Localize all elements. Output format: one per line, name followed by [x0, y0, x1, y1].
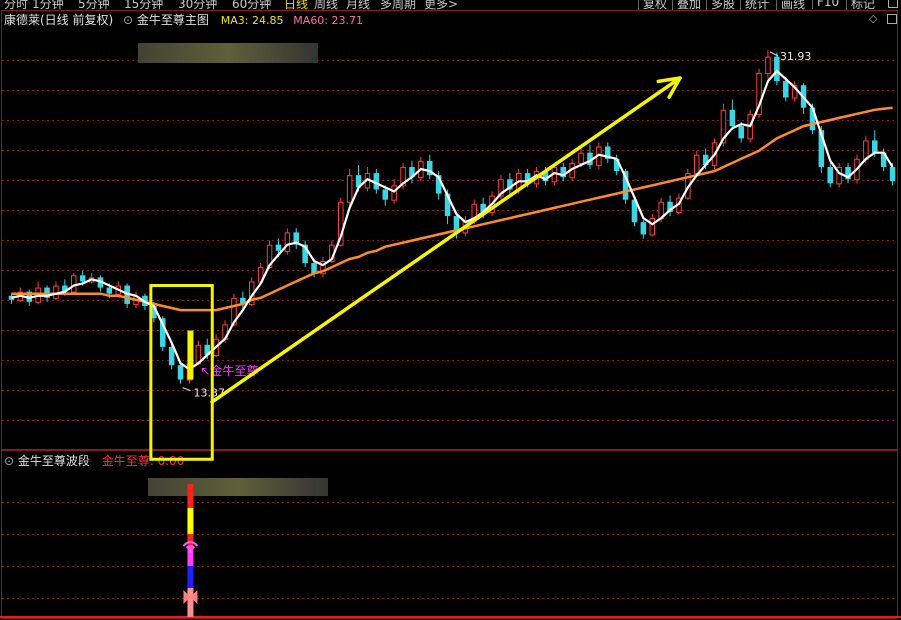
- candle-body: [649, 218, 656, 236]
- candle-body: [382, 189, 389, 200]
- candle-body: [275, 244, 282, 251]
- wifi-signal-dot: [188, 549, 193, 553]
- stock-chart-window: 分时 1分钟 5分钟 15分钟 30分钟 60分钟 日线 周线 月线 多周期 更…: [0, 0, 901, 620]
- candle-body: [738, 126, 745, 139]
- orange-ma-line: [11, 106, 893, 312]
- main-pane-border: [1, 10, 898, 450]
- ma-lines: [11, 69, 894, 371]
- pixelated-watermark: [148, 478, 328, 496]
- candle-body: [346, 175, 353, 203]
- grid: [0, 10, 901, 619]
- candle-body: [70, 275, 77, 293]
- signal-bar: [187, 330, 194, 380]
- candle-body: [729, 109, 736, 127]
- candle-body: [284, 232, 291, 252]
- candle-body: [640, 222, 647, 235]
- candle-body: [774, 56, 780, 82]
- signal-segment: [187, 508, 194, 534]
- candle-body: [53, 285, 59, 299]
- candle-body: [782, 81, 789, 98]
- candle-body: [578, 152, 584, 164]
- candle-body: [106, 287, 113, 294]
- signal-segment: [187, 494, 194, 508]
- blurred-area: [138, 43, 328, 496]
- annotations: 31.9313.37↖金牛至尊: [149, 50, 812, 461]
- candle-body: [177, 365, 184, 380]
- candle-body: [889, 166, 896, 182]
- sub-panel: [182, 484, 199, 617]
- candle-body: [391, 185, 397, 201]
- high-price-label: 31.93: [780, 50, 812, 63]
- candle-body: [79, 275, 86, 282]
- signal-segment: [187, 546, 194, 566]
- candle-body: [827, 166, 834, 184]
- pixelated-watermark: [138, 43, 318, 63]
- signal-segment: [187, 534, 194, 546]
- signal-segment: [187, 484, 194, 494]
- candle-body: [693, 154, 700, 175]
- candle-body: [871, 140, 878, 153]
- signal-segment: [187, 566, 194, 588]
- signal-segment: [187, 588, 194, 617]
- white-ma-line: [11, 69, 894, 371]
- chart-canvas: 31.9313.37↖金牛至尊: [0, 10, 901, 619]
- candle-body: [765, 56, 771, 74]
